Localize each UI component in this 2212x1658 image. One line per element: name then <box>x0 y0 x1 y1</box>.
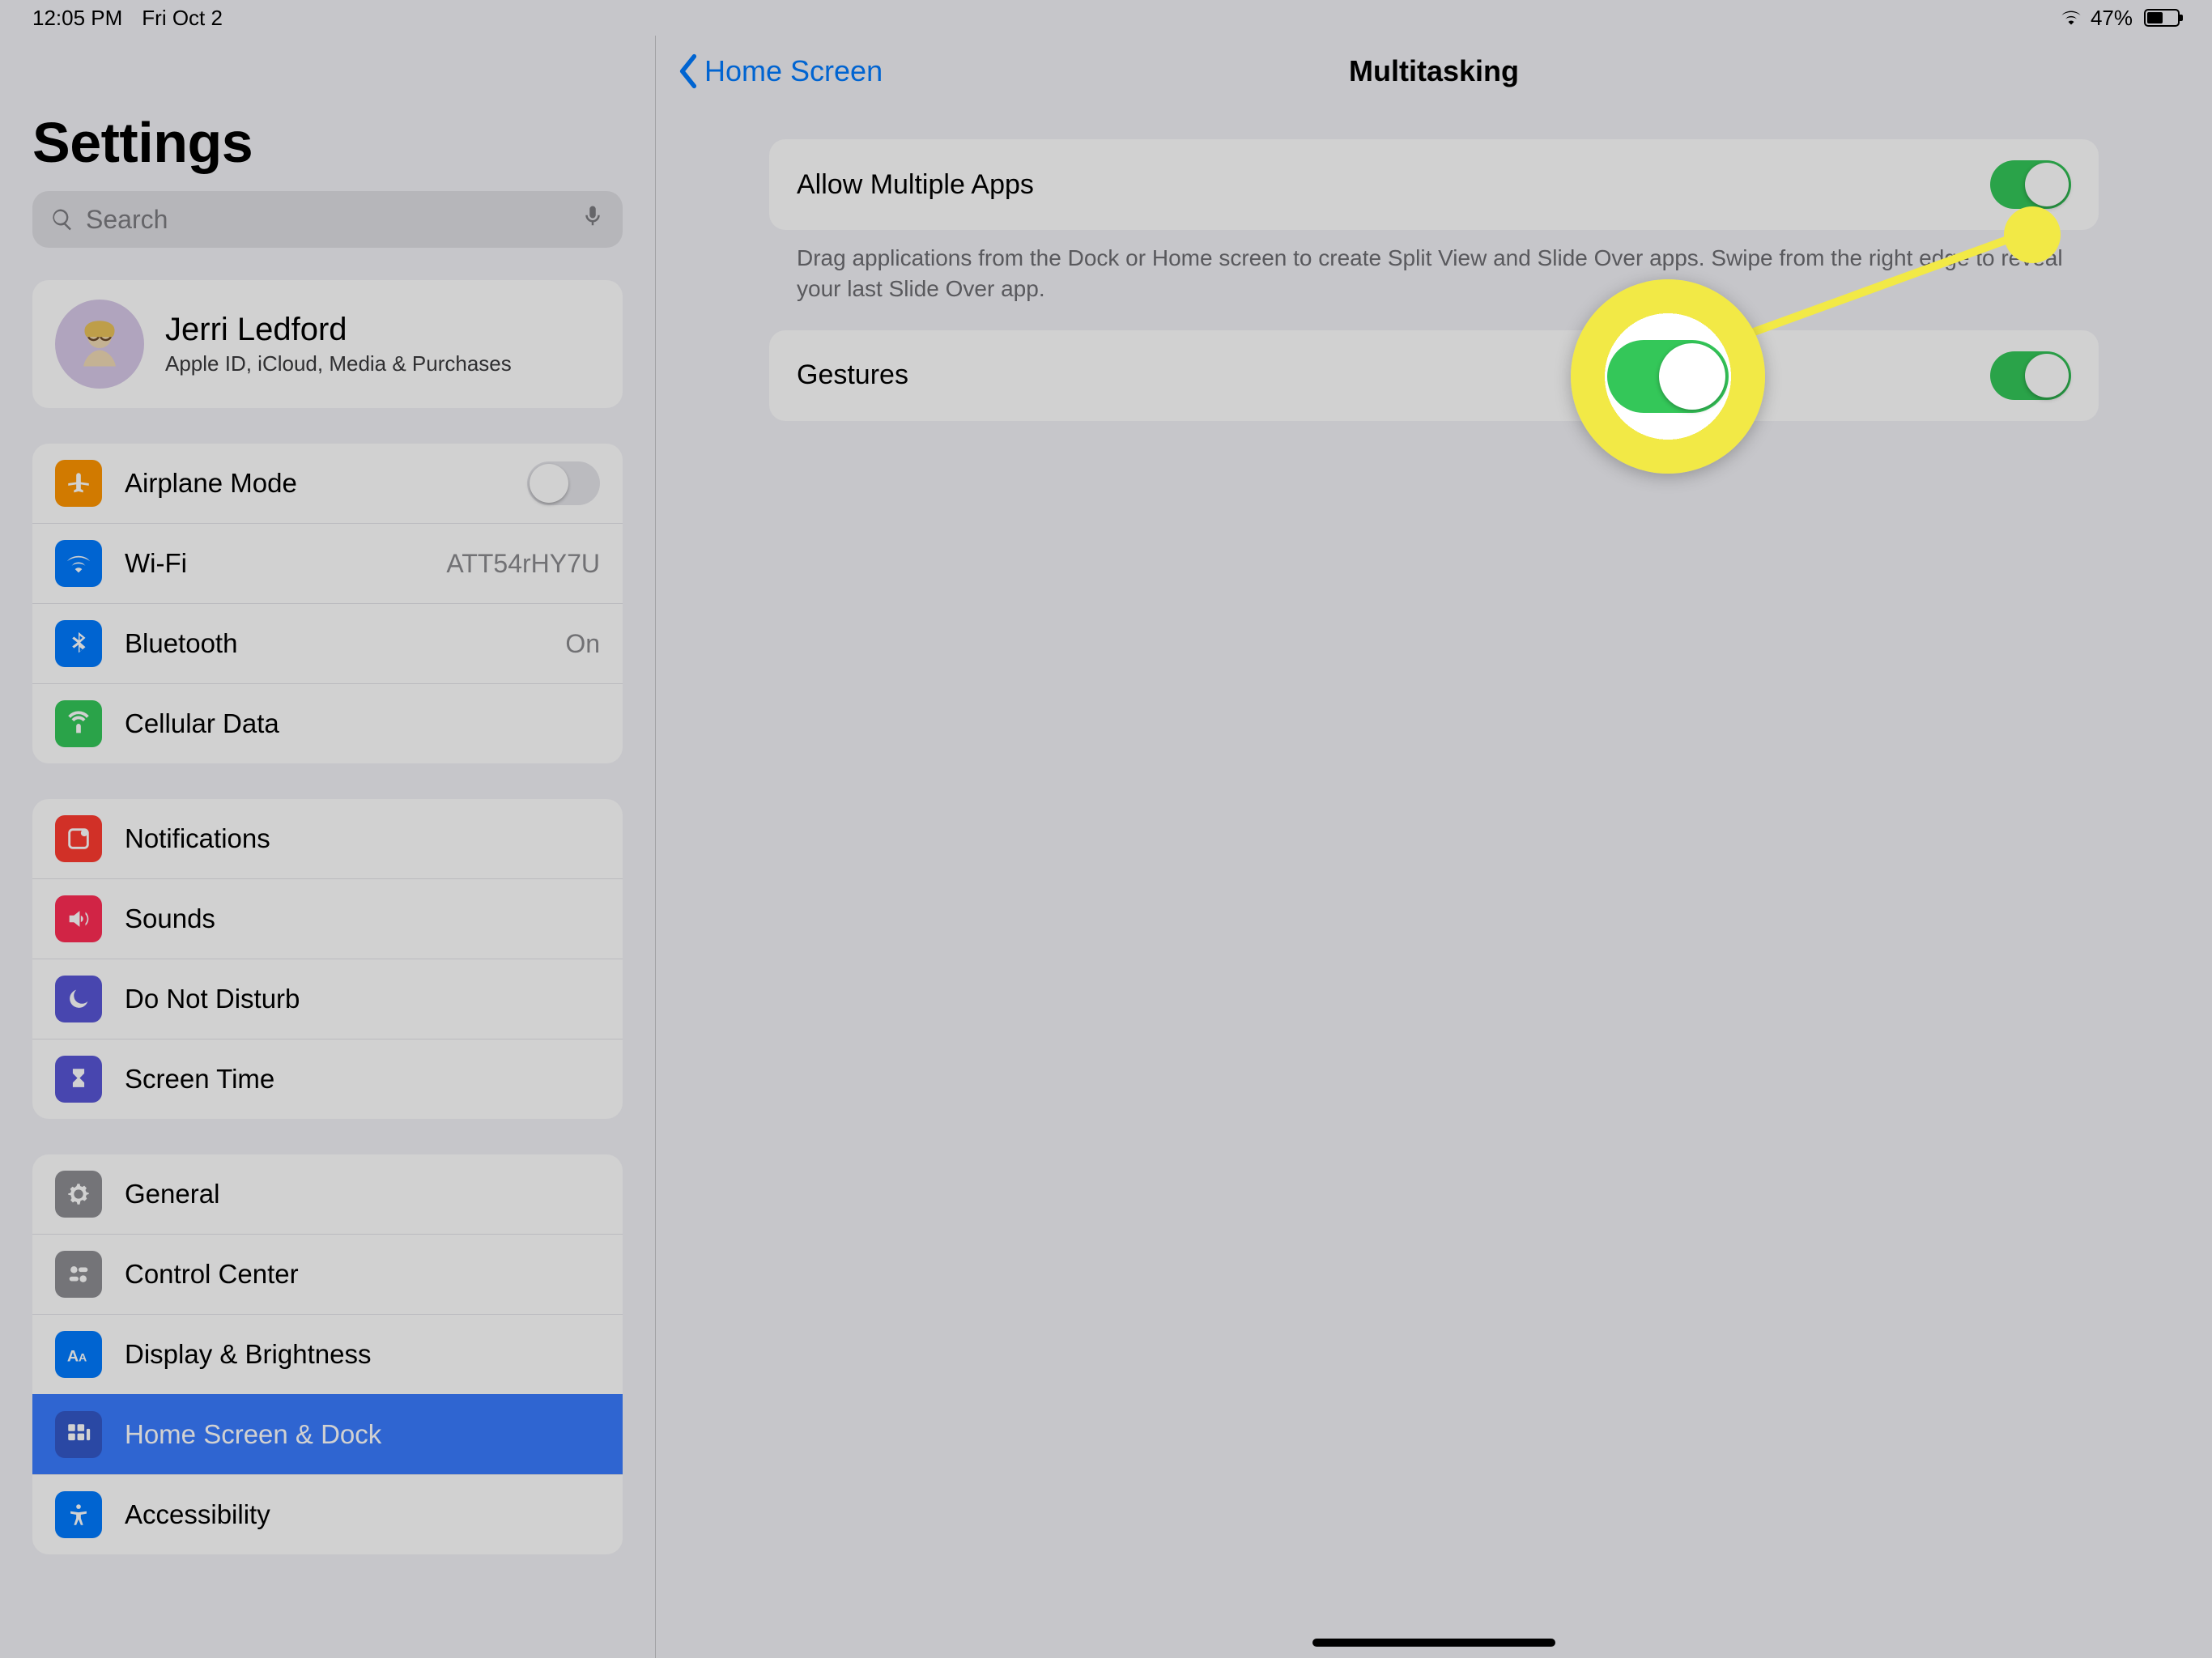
moon-icon <box>55 976 102 1022</box>
notifications-icon <box>55 815 102 862</box>
sounds-icon <box>55 895 102 942</box>
text-size-icon: AA <box>55 1331 102 1378</box>
gear-icon <box>55 1171 102 1218</box>
search-placeholder: Search <box>86 205 168 235</box>
sidebar-item-screentime[interactable]: Screen Time <box>32 1039 623 1119</box>
bluetooth-icon <box>55 620 102 667</box>
back-button[interactable]: Home Screen <box>656 53 883 89</box>
mic-icon[interactable] <box>581 204 605 235</box>
sidebar-item-home-screen[interactable]: Home Screen & Dock <box>32 1394 623 1474</box>
sidebar-item-sounds[interactable]: Sounds <box>32 878 623 959</box>
user-sub: Apple ID, iCloud, Media & Purchases <box>165 351 512 376</box>
sidebar-item-label: Bluetooth <box>125 628 542 659</box>
sidebar-item-airplane[interactable]: Airplane Mode <box>32 444 623 523</box>
sidebar-item-label: Notifications <box>125 823 600 854</box>
home-indicator[interactable] <box>1312 1639 1555 1647</box>
sliders-icon <box>55 1251 102 1298</box>
airplane-toggle[interactable] <box>527 461 600 505</box>
sidebar-item-cellular[interactable]: Cellular Data <box>32 683 623 763</box>
sidebar-item-general[interactable]: General <box>32 1154 623 1234</box>
wifi-icon <box>55 540 102 587</box>
detail-pane: Home Screen Multitasking Allow Multiple … <box>656 36 2212 1658</box>
bluetooth-value: On <box>565 629 600 659</box>
sidebar-item-wifi[interactable]: Wi-Fi ATT54rHY7U <box>32 523 623 603</box>
sidebar-item-notifications[interactable]: Notifications <box>32 799 623 878</box>
sidebar: Settings Search Jerri Ledford Apple ID, … <box>0 36 656 1658</box>
sidebar-item-label: Wi-Fi <box>125 548 423 579</box>
sidebar-item-label: Accessibility <box>125 1499 600 1530</box>
status-time: 12:05 PM <box>32 6 122 31</box>
sidebar-item-label: Cellular Data <box>125 708 600 739</box>
hourglass-icon <box>55 1056 102 1103</box>
gestures-toggle[interactable] <box>1990 351 2071 400</box>
sidebar-item-bluetooth[interactable]: Bluetooth On <box>32 603 623 683</box>
wifi-value: ATT54rHY7U <box>446 549 600 579</box>
avatar <box>55 300 144 389</box>
battery-icon <box>2144 9 2180 27</box>
svg-text:A: A <box>79 1352 87 1365</box>
sidebar-item-label: Airplane Mode <box>125 468 504 499</box>
battery-percent: 47% <box>2091 6 2133 31</box>
sidebar-item-display[interactable]: AA Display & Brightness <box>32 1314 623 1394</box>
sidebar-item-label: Do Not Disturb <box>125 984 600 1014</box>
sidebar-item-label: Display & Brightness <box>125 1339 600 1370</box>
sidebar-item-label: Control Center <box>125 1259 600 1290</box>
user-name: Jerri Ledford <box>165 312 512 348</box>
sidebar-item-control-center[interactable]: Control Center <box>32 1234 623 1314</box>
accessibility-icon <box>55 1491 102 1538</box>
allow-multiple-apps-toggle[interactable] <box>1990 160 2071 209</box>
detail-title: Multitasking <box>656 54 2212 88</box>
svg-text:A: A <box>67 1348 79 1366</box>
sidebar-item-label: Screen Time <box>125 1064 600 1095</box>
setting-label: Gestures <box>797 359 908 391</box>
search-input[interactable]: Search <box>32 191 623 248</box>
airplane-icon <box>55 460 102 507</box>
wifi-icon <box>2060 6 2082 31</box>
sidebar-item-accessibility[interactable]: Accessibility <box>32 1474 623 1554</box>
status-bar: 12:05 PM Fri Oct 2 47% <box>0 0 2212 36</box>
setting-label: Allow Multiple Apps <box>797 169 1034 201</box>
chevron-left-icon <box>675 53 701 89</box>
sidebar-item-label: General <box>125 1179 600 1209</box>
status-date: Fri Oct 2 <box>142 6 223 31</box>
cellular-icon <box>55 700 102 747</box>
page-title: Settings <box>32 110 623 175</box>
setting-gestures[interactable]: Gestures <box>769 330 2099 421</box>
sidebar-item-appleid[interactable]: Jerri Ledford Apple ID, iCloud, Media & … <box>32 280 623 408</box>
back-label: Home Screen <box>704 54 883 88</box>
search-icon <box>50 207 74 232</box>
setting-allow-multiple-apps[interactable]: Allow Multiple Apps <box>769 139 2099 230</box>
sidebar-item-label: Home Screen & Dock <box>125 1419 600 1450</box>
app-grid-icon <box>55 1411 102 1458</box>
sidebar-item-dnd[interactable]: Do Not Disturb <box>32 959 623 1039</box>
sidebar-item-label: Sounds <box>125 903 600 934</box>
setting-footer: Drag applications from the Dock or Home … <box>769 230 2099 330</box>
